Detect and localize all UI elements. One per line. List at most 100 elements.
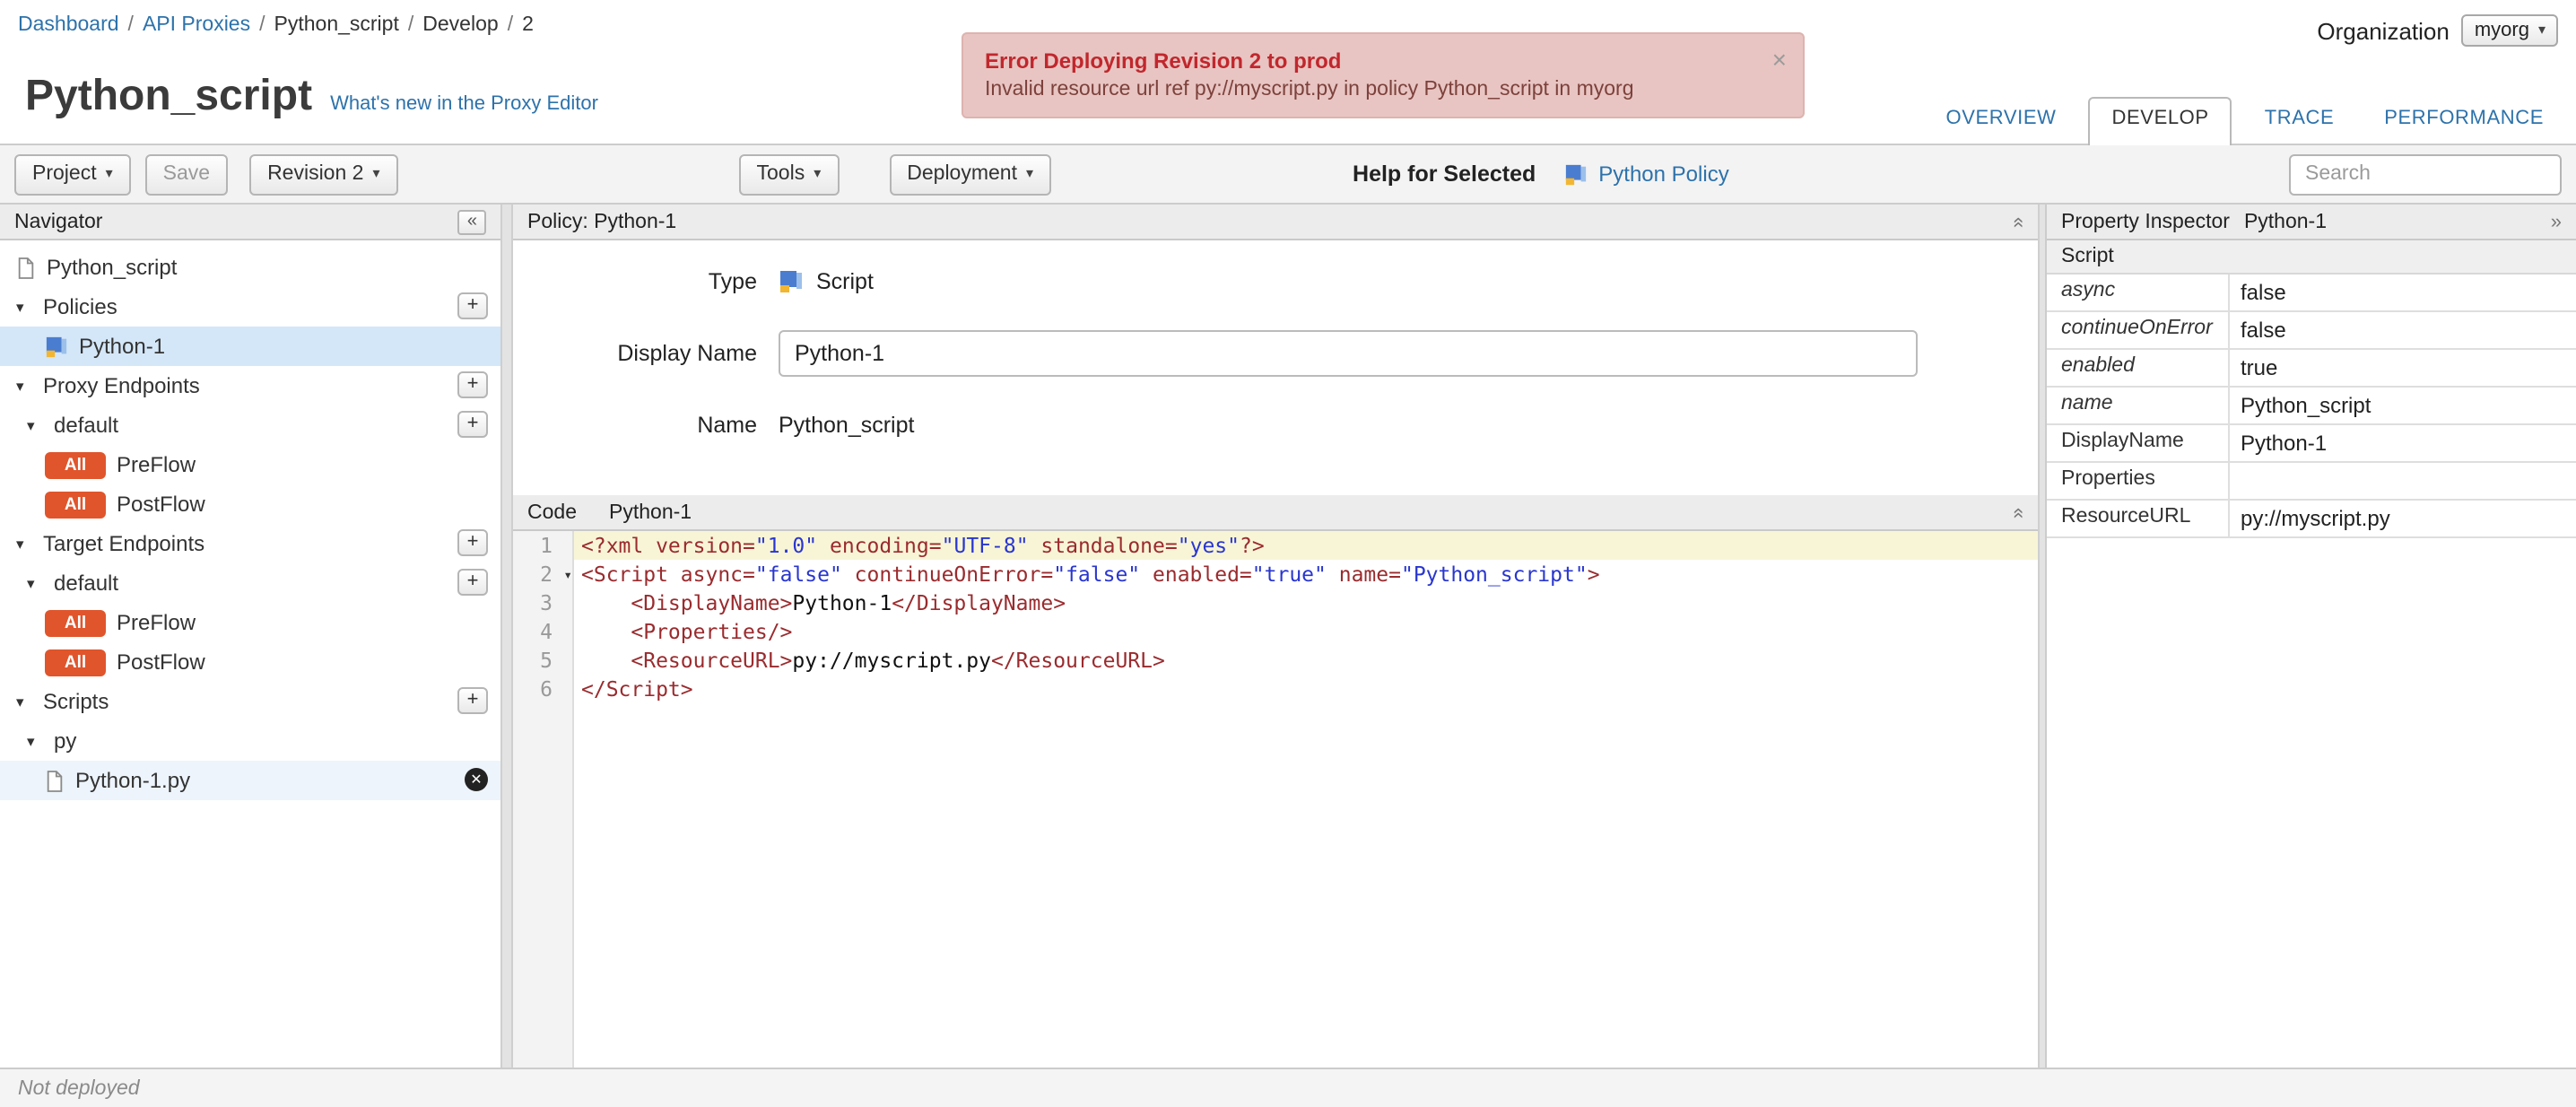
python-policy-help-link[interactable]: Python Policy	[1564, 161, 1729, 187]
breadcrumb-dashboard[interactable]: Dashboard	[18, 14, 119, 36]
collapse-left-icon[interactable]: «	[457, 209, 486, 234]
breadcrumb-separator: /	[507, 14, 514, 36]
page-title: Python_script	[25, 72, 313, 120]
property-name: name	[2047, 388, 2230, 423]
navigator-item-proxy-postflow[interactable]: All PostFlow	[0, 484, 500, 524]
code-header: Code Python-1 »	[513, 495, 2038, 531]
org-select[interactable]: myorg ▾	[2461, 14, 2558, 47]
code-fold-icon[interactable]: ▾	[563, 562, 572, 590]
property-row: DisplayName Python-1	[2047, 425, 2576, 463]
add-policy-button[interactable]: +	[457, 292, 488, 319]
right-splitter-handle[interactable]	[2038, 205, 2045, 1068]
navigator-title: Navigator	[14, 211, 103, 232]
help-for-selected-label: Help for Selected	[1353, 161, 1536, 187]
deployment-menu-button[interactable]: Deployment ▾	[889, 153, 1052, 195]
triangle-down-icon[interactable]: ▾	[27, 731, 43, 751]
tab-trace[interactable]: TRACE	[2247, 99, 2353, 144]
file-icon	[45, 769, 65, 792]
navigator-item-target-default[interactable]: ▾ default +	[0, 563, 500, 603]
expand-code-icon[interactable]: »	[2007, 507, 2029, 518]
breadcrumb-api-proxies[interactable]: API Proxies	[143, 14, 250, 36]
navigator-section-target-endpoints[interactable]: ▾ Target Endpoints +	[0, 524, 500, 563]
property-value[interactable]	[2230, 463, 2576, 499]
organization-area: Organization myorg ▾	[2317, 14, 2558, 47]
caret-down-icon: ▾	[814, 165, 822, 181]
script-policy-icon	[779, 269, 804, 294]
revision-menu-button[interactable]: Revision 2 ▾	[249, 153, 398, 195]
navigator-item-label: default	[54, 571, 119, 596]
type-value: Script	[779, 269, 874, 294]
add-script-button[interactable]: +	[457, 687, 488, 714]
property-value[interactable]: true	[2230, 350, 2576, 386]
navigator-section-policies[interactable]: ▾ Policies +	[0, 287, 500, 327]
triangle-down-icon[interactable]: ▾	[27, 573, 43, 593]
property-row: name Python_script	[2047, 388, 2576, 425]
property-row: enabled true	[2047, 350, 2576, 388]
navigator-item-label: PostFlow	[117, 492, 205, 517]
code-header-subtitle: Python-1	[609, 501, 692, 523]
revision-menu-label: Revision 2	[267, 163, 364, 185]
navigator-item-target-preflow[interactable]: All PreFlow	[0, 603, 500, 642]
property-name: enabled	[2047, 350, 2230, 386]
property-value[interactable]: Python_script	[2230, 388, 2576, 423]
property-name: continueOnError	[2047, 312, 2230, 348]
navigator-item-python-1-py[interactable]: Python-1.py ✕	[0, 761, 500, 800]
display-name-input[interactable]	[779, 330, 1918, 377]
add-flow-button[interactable]: +	[457, 569, 488, 596]
type-label: Type	[708, 269, 757, 294]
caret-down-icon: ▾	[105, 165, 113, 181]
property-value[interactable]: false	[2230, 275, 2576, 310]
navigator-section-proxy-endpoints[interactable]: ▾ Proxy Endpoints +	[0, 366, 500, 405]
navigator-item-proxy-default[interactable]: ▾ default +	[0, 405, 500, 445]
remove-x-glyph: ✕	[470, 771, 483, 788]
line-number-text: 2	[540, 562, 553, 587]
org-select-value: myorg	[2474, 20, 2529, 41]
line-number: 6	[540, 676, 553, 702]
code-line-content: <DisplayName>Python-1</DisplayName>	[574, 588, 2038, 617]
type-value-text: Script	[816, 269, 874, 294]
policy-editor-panel: Policy: Python-1 » Type Script Display N…	[513, 205, 2038, 1068]
remove-script-icon[interactable]: ✕	[465, 768, 488, 791]
expand-right-icon[interactable]: »	[2551, 211, 2562, 232]
triangle-down-icon[interactable]: ▾	[16, 376, 32, 396]
property-value[interactable]: Python-1	[2230, 425, 2576, 461]
line-number: 1	[540, 533, 553, 558]
code-line: 4 <Properties/>	[513, 617, 2038, 646]
whats-new-link[interactable]: What's new in the Proxy Editor	[330, 93, 598, 115]
close-icon[interactable]: ×	[1772, 47, 1787, 72]
property-value[interactable]: py://myscript.py	[2230, 501, 2576, 536]
tab-performance[interactable]: PERFORMANCE	[2366, 99, 2562, 144]
search-input[interactable]	[2289, 153, 2562, 195]
code-editor[interactable]: 1 <?xml version="1.0" encoding="UTF-8" s…	[513, 531, 2038, 1068]
navigator-item-proxy-root[interactable]: Python_script	[0, 248, 500, 287]
navigator-section-label: Target Endpoints	[43, 531, 205, 556]
breadcrumb-revision: 2	[522, 14, 534, 36]
left-splitter-handle[interactable]	[500, 205, 513, 1068]
navigator-section-scripts[interactable]: ▾ Scripts +	[0, 682, 500, 721]
toolbar: Project ▾ Save Revision 2 ▾ Tools ▾ Depl…	[0, 144, 2576, 205]
policy-panel-title: Policy: Python-1	[527, 211, 677, 232]
add-target-endpoint-button[interactable]: +	[457, 529, 488, 556]
triangle-down-icon[interactable]: ▾	[16, 692, 32, 711]
project-menu-button[interactable]: Project ▾	[14, 153, 131, 195]
navigator-item-proxy-preflow[interactable]: All PreFlow	[0, 445, 500, 484]
navigator-item-policy-python-1[interactable]: Python-1	[0, 327, 500, 366]
navigator-section-py[interactable]: ▾ py	[0, 721, 500, 761]
property-value[interactable]: false	[2230, 312, 2576, 348]
save-button[interactable]: Save	[144, 153, 229, 195]
tools-menu-button[interactable]: Tools ▾	[738, 153, 840, 195]
navigator-tree: Python_script ▾ Policies + Python-1 ▾ Pr…	[0, 240, 500, 800]
triangle-down-icon[interactable]: ▾	[16, 297, 32, 317]
python-policy-link-label: Python Policy	[1598, 161, 1729, 187]
navigator-item-target-postflow[interactable]: All PostFlow	[0, 642, 500, 682]
breadcrumb-develop: Develop	[422, 14, 499, 36]
triangle-down-icon[interactable]: ▾	[27, 415, 43, 435]
add-proxy-endpoint-button[interactable]: +	[457, 371, 488, 398]
tab-develop[interactable]: DEVELOP	[2088, 97, 2232, 145]
add-flow-button[interactable]: +	[457, 411, 488, 438]
code-token: </ResourceURL>	[990, 648, 1165, 673]
triangle-down-icon[interactable]: ▾	[16, 534, 32, 554]
collapse-panel-icon[interactable]: »	[2007, 216, 2029, 227]
all-badge: All	[45, 451, 106, 478]
tab-overview[interactable]: OVERVIEW	[1928, 99, 2075, 144]
